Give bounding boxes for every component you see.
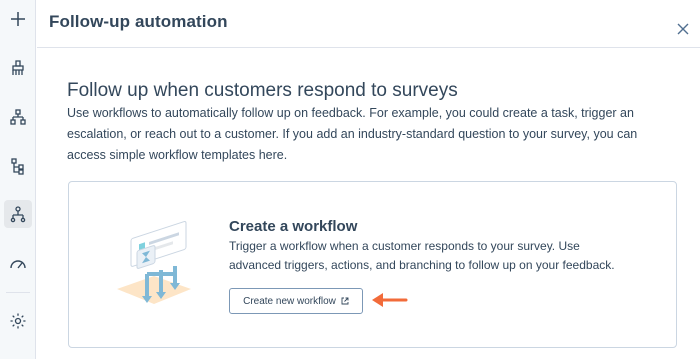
intro-heading: Follow up when customers respond to surv… — [67, 80, 458, 101]
brush-icon[interactable] — [4, 54, 32, 82]
create-new-workflow-label: Create new workflow — [243, 295, 336, 307]
intro-text: Use workflows to automatically follow up… — [67, 106, 638, 162]
sitemap-icon[interactable] — [4, 103, 32, 131]
add-icon[interactable] — [4, 5, 32, 33]
gauge-icon[interactable] — [4, 250, 32, 278]
rail-divider — [6, 292, 30, 293]
workflow-icon[interactable] — [4, 200, 32, 228]
card-title: Create a workflow — [229, 218, 358, 235]
create-new-workflow-button[interactable]: Create new workflow — [229, 288, 363, 314]
workflow-illustration — [109, 204, 199, 319]
pointer-arrow-icon — [372, 293, 408, 307]
left-rail — [0, 0, 36, 359]
external-link-icon — [341, 297, 349, 305]
panel-title: Follow-up automation — [49, 12, 228, 31]
settings-gear-icon[interactable] — [4, 307, 32, 335]
panel-header: Follow-up automation — [37, 0, 700, 48]
close-icon[interactable] — [676, 22, 690, 36]
hierarchy-icon[interactable] — [4, 152, 32, 180]
card-text: Trigger a workflow when a customer respo… — [229, 239, 615, 272]
create-workflow-card: Create a workflow Trigger a workflow whe… — [68, 181, 677, 348]
